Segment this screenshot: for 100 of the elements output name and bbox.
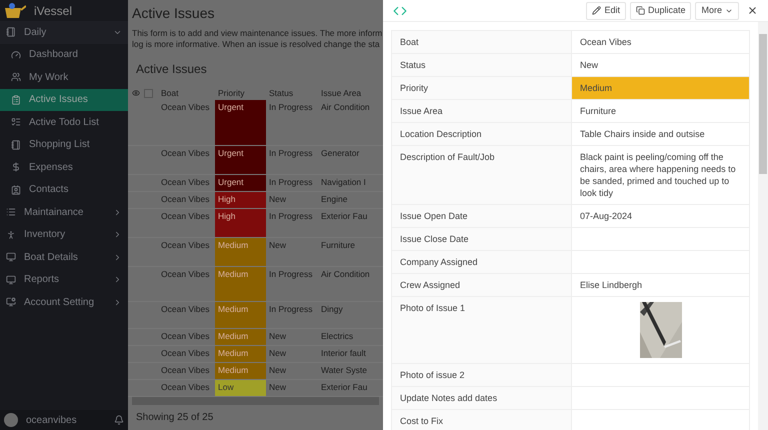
table-cell-text: Ocean Vibes xyxy=(160,239,211,252)
bell-icon[interactable] xyxy=(114,415,124,425)
sidebar-group[interactable]: Daily xyxy=(0,21,128,44)
field-label: Location Description xyxy=(392,123,572,145)
priority-cell: High xyxy=(215,209,266,237)
table-cell-text: Ocean Vibes xyxy=(160,268,211,281)
sidebar-item[interactable]: Active Issues xyxy=(0,88,128,111)
sidebar-group[interactable]: Boat Details xyxy=(0,246,128,268)
column-header[interactable]: Issue Area xyxy=(318,86,383,100)
table-cell-text: Ocean Vibes xyxy=(160,176,211,189)
menu-item-icon xyxy=(11,50,21,60)
priority-cell: High xyxy=(215,192,266,208)
eye-icon[interactable] xyxy=(132,89,140,97)
sidebar-group[interactable]: Reports xyxy=(0,268,128,291)
field-label: Photo of issue 2 xyxy=(392,364,572,386)
field-label: Cost to Fix xyxy=(392,410,572,430)
close-icon[interactable] xyxy=(747,5,758,16)
field-value: Black paint is peeling/coming off the chairs, area where happening needs to be sanded, primed and touched up to look tidy xyxy=(579,151,737,200)
field-label: Description of Fault/Job xyxy=(392,146,572,204)
menu-item-icon xyxy=(11,184,21,195)
field-value: Furniture xyxy=(579,105,618,118)
field-label: Issue Area xyxy=(392,100,572,122)
table-cell-text: Ocean Vibes xyxy=(160,210,211,223)
table-cell-text: Ocean Vibes xyxy=(160,193,211,206)
sidebar-group[interactable]: Account Setting xyxy=(0,291,128,314)
chevron-right-icon xyxy=(113,298,122,307)
field-label: Photo of Issue 1 xyxy=(392,297,572,363)
table-cell-text: Generator xyxy=(320,147,360,160)
chevron-right-icon xyxy=(113,252,122,262)
table-cell-text: In Progress xyxy=(268,268,314,281)
more-menu-button[interactable]: More xyxy=(695,2,739,20)
table-cell-text: New xyxy=(268,347,288,360)
table-cell-text: New xyxy=(268,193,288,206)
menu-item-icon xyxy=(11,140,21,150)
menu-item-icon xyxy=(6,274,16,285)
table-cell-text: In Progress xyxy=(268,147,314,160)
table-cell-text: New xyxy=(268,239,288,252)
field-label: Company Assigned xyxy=(392,251,572,273)
table-cell-text: Ocean Vibes xyxy=(160,101,211,114)
table-cell-text: Ocean Vibes xyxy=(160,347,211,360)
horizontal-scrollbar[interactable] xyxy=(132,397,379,405)
avatar[interactable] xyxy=(4,413,18,427)
username: oceanvibes xyxy=(26,414,78,428)
app-name: iVessel xyxy=(34,2,72,20)
menu-item-icon xyxy=(6,297,16,308)
table-cell-text: Water Syste xyxy=(320,364,368,377)
field-value: Table Chairs inside and outsise xyxy=(579,128,706,141)
toolbar-button[interactable]: Edit xyxy=(586,2,626,20)
copy-icon xyxy=(636,6,645,15)
menu-item-icon xyxy=(6,230,16,240)
pencil-icon xyxy=(592,6,602,15)
field-label: Issue Open Date xyxy=(392,205,572,227)
vertical-scrollbar[interactable] xyxy=(759,34,767,174)
table-cell-text: Air Condition xyxy=(320,268,371,281)
table-cell-text: Ocean Vibes xyxy=(160,381,211,394)
sidebar-item[interactable]: Contacts xyxy=(0,178,128,201)
table-cell-text: Furniture xyxy=(320,239,356,252)
column-header[interactable]: Status xyxy=(266,86,318,100)
table-cell-text: New xyxy=(268,330,288,343)
table-cell-text: Ocean Vibes xyxy=(160,147,211,160)
description-text: log is more informative. When an issue is resolved change the sta xyxy=(132,39,379,50)
table-cell-text: Engine xyxy=(320,193,348,206)
table-cell-text: In Progress xyxy=(268,176,314,189)
priority-cell: Urgent xyxy=(215,100,266,145)
menu-item-icon xyxy=(6,252,16,262)
column-header[interactable]: Priority xyxy=(215,86,266,100)
toolbar-button[interactable]: Duplicate xyxy=(630,2,692,20)
logo-icon xyxy=(4,2,26,20)
table-cell-text: Exterior Fau xyxy=(320,381,368,394)
section-title: Active Issues xyxy=(135,61,208,78)
sidebar-item[interactable]: Dashboard xyxy=(0,44,128,66)
sidebar-group[interactable]: Maintainance xyxy=(0,201,128,224)
sidebar-item[interactable]: Expenses xyxy=(0,156,128,178)
priority-cell: Urgent xyxy=(215,175,266,191)
field-label: Priority xyxy=(392,77,572,99)
priority-cell: Medium xyxy=(215,346,266,362)
sidebar-group[interactable]: Inventory xyxy=(0,224,128,246)
priority-cell: Medium xyxy=(215,302,266,328)
field-value: Ocean Vibes xyxy=(579,36,632,49)
column-header[interactable]: Boat xyxy=(158,86,215,100)
chevron-right-icon xyxy=(113,230,122,240)
priority-cell: Medium xyxy=(215,238,266,266)
field-label: Crew Assigned xyxy=(392,274,572,296)
sidebar-item[interactable]: Active Todo List xyxy=(0,111,128,134)
table-cell-text: Air Condition xyxy=(320,101,371,114)
chevron-right-icon xyxy=(113,275,122,284)
field-label: Status xyxy=(392,54,572,76)
sidebar-item[interactable]: My Work xyxy=(0,66,128,88)
field-value: Medium xyxy=(572,77,749,99)
table-cell-text: In Progress xyxy=(268,303,314,316)
select-all-checkbox[interactable] xyxy=(144,88,153,98)
priority-cell: Medium xyxy=(215,363,266,379)
field-value: 07-Aug-2024 xyxy=(579,210,634,223)
table-cell-text: New xyxy=(268,364,288,377)
table-cell-text: Electrics xyxy=(320,330,354,343)
table-cell-text: In Progress xyxy=(268,101,314,114)
menu-item-icon xyxy=(6,207,16,218)
sidebar-item[interactable]: Shopping List xyxy=(0,134,128,156)
menu-item-icon xyxy=(11,72,21,82)
table-cell-text: Exterior Fau xyxy=(320,210,368,223)
